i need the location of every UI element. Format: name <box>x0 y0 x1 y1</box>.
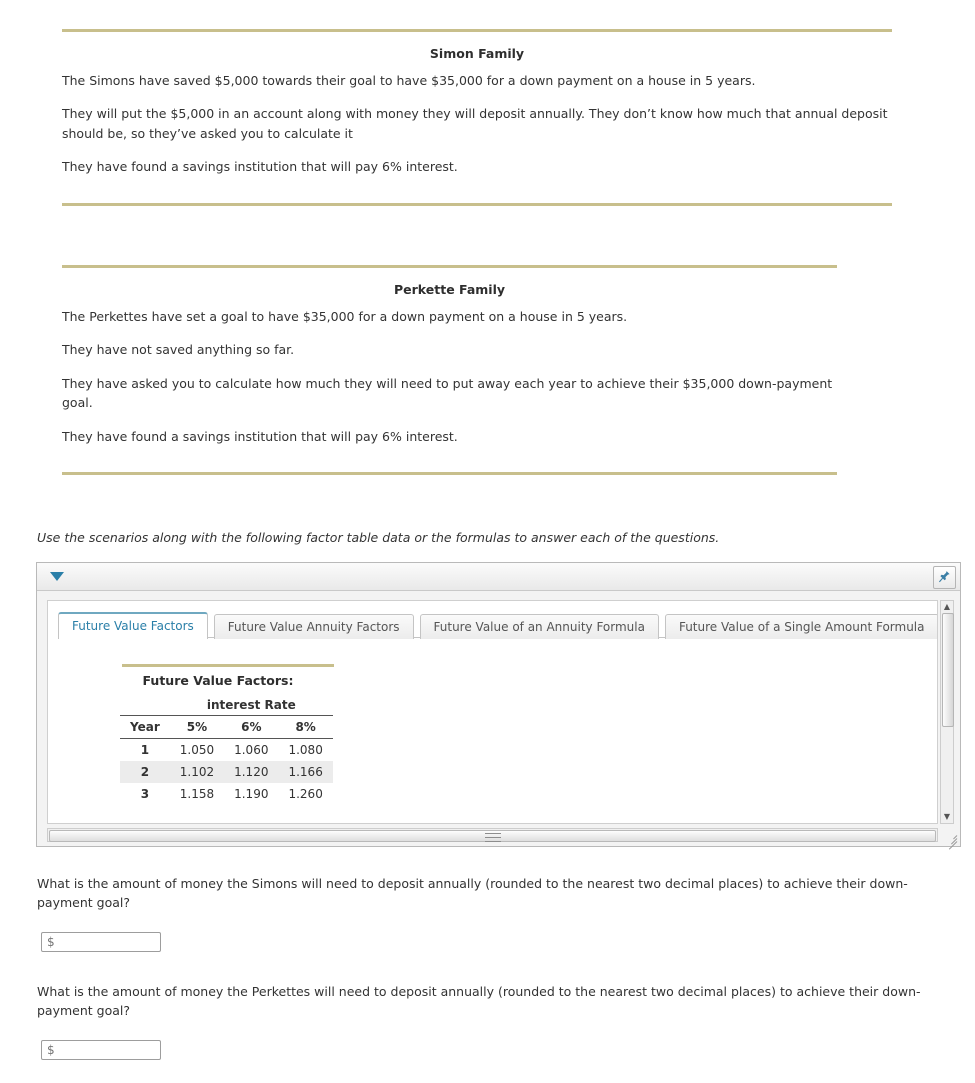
scenario-perkette-line-2: They have not saved anything so far. <box>62 342 295 358</box>
divider-top-perkette <box>62 265 837 268</box>
pin-button[interactable] <box>933 566 956 589</box>
vertical-scroll-thumb[interactable] <box>942 613 954 727</box>
scenario-perkette-line-3: They have asked you to calculate how muc… <box>62 375 833 411</box>
scenario-title-simon: Simon Family <box>429 46 525 61</box>
factor-table-container: Future Value Factors: interest Rate Year… <box>96 664 336 805</box>
factor-row-2-6pct: 1.120 <box>234 765 269 779</box>
scenario-simon-line-3: They have found a savings institution th… <box>62 159 458 175</box>
factor-table-title: Future Value Factors: <box>142 673 294 688</box>
factor-table-col-year: Year <box>120 715 170 739</box>
worksheet-page: Simon Family The Simons have saved $5,00… <box>0 0 975 1083</box>
factor-row-2-8pct: 1.166 <box>288 765 323 779</box>
factor-table-top-rule <box>122 664 334 667</box>
factor-row-1-6pct: 1.060 <box>234 743 269 757</box>
question-2-text: What is the amount of money the Perkette… <box>37 984 921 1019</box>
widget-content-pane: Future Value Factors Future Value Annuit… <box>47 600 938 824</box>
tab-future-value-of-an-annuity-formula[interactable]: Future Value of an Annuity Formula <box>419 614 659 639</box>
factor-table: interest Rate Year 5% 6% 8% 1 1.050 1.06… <box>120 694 333 805</box>
answer-input-perkettes[interactable] <box>41 1040 161 1060</box>
factor-row-1-year: 1 <box>140 743 150 757</box>
pin-icon <box>938 571 950 583</box>
factor-row-2-year: 2 <box>140 765 150 779</box>
divider-top-simon <box>62 29 892 32</box>
scroll-down-icon[interactable]: ▼ <box>941 811 953 823</box>
scenario-perkette-line-4: They have found a savings institution th… <box>62 428 458 444</box>
widget-horizontal-scrollbar[interactable] <box>47 828 938 842</box>
widget-tab-bar: Future Value Factors Future Value Annuit… <box>58 611 937 639</box>
factor-row-1-8pct: 1.080 <box>288 743 323 757</box>
scenario-title-perkette: Perkette Family <box>393 282 506 297</box>
factor-table-group-header: interest Rate <box>169 694 333 716</box>
factor-table-col-6pct: 6% <box>224 715 279 739</box>
table-row: 3 1.158 1.190 1.260 <box>120 783 333 805</box>
instruction-text: Use the scenarios along with the followi… <box>37 530 720 545</box>
factor-row-3-year: 3 <box>140 787 150 801</box>
horizontal-scroll-thumb[interactable] <box>49 830 936 842</box>
table-row: 1 1.050 1.060 1.080 <box>120 739 333 762</box>
scroll-grip-icon <box>484 833 501 842</box>
tab-future-value-factors[interactable]: Future Value Factors <box>58 612 208 639</box>
widget-vertical-scrollbar[interactable]: ▲ ▼ <box>940 600 954 824</box>
tab-future-value-of-a-single-amount-formula[interactable]: Future Value of a Single Amount Formula <box>664 614 937 639</box>
scenario-perkette-line-1: The Perkettes have set a goal to have $3… <box>62 309 628 324</box>
tab-future-value-annuity-factors[interactable]: Future Value Annuity Factors <box>213 614 414 639</box>
widget-header <box>37 563 960 591</box>
scroll-up-icon[interactable]: ▲ <box>941 601 953 613</box>
scenario-perkette-family: Perkette Family The Perkettes have set a… <box>62 265 837 475</box>
reference-widget: Future Value Factors Future Value Annuit… <box>36 562 961 850</box>
resize-handle[interactable] <box>945 831 958 850</box>
answer-input-simons[interactable] <box>41 932 161 952</box>
factor-row-3-8pct: 1.260 <box>288 787 323 801</box>
factor-row-2-5pct: 1.102 <box>179 765 215 779</box>
table-row: 2 1.102 1.120 1.166 <box>120 761 333 783</box>
factor-table-corner-blank <box>120 694 170 716</box>
factor-table-col-8pct: 8% <box>278 715 333 739</box>
question-1-text: What is the amount of money the Simons w… <box>37 876 908 911</box>
divider-bottom-simon <box>62 202 892 206</box>
factor-table-col-5pct: 5% <box>169 715 225 739</box>
widget-body: Future Value Factors Future Value Annuit… <box>37 591 960 850</box>
scenario-simon-line-1: The Simons have saved $5,000 towards the… <box>62 73 756 88</box>
scenario-simon-line-2: They will put the $5,000 in an account a… <box>62 106 888 141</box>
factor-row-3-5pct: 1.158 <box>179 787 215 801</box>
factor-row-3-6pct: 1.190 <box>234 787 269 801</box>
triangle-down-icon[interactable] <box>50 572 64 581</box>
divider-bottom-perkette <box>62 471 837 475</box>
factor-row-1-5pct: 1.050 <box>179 743 215 757</box>
scenario-simon-family: Simon Family The Simons have saved $5,00… <box>62 29 892 206</box>
